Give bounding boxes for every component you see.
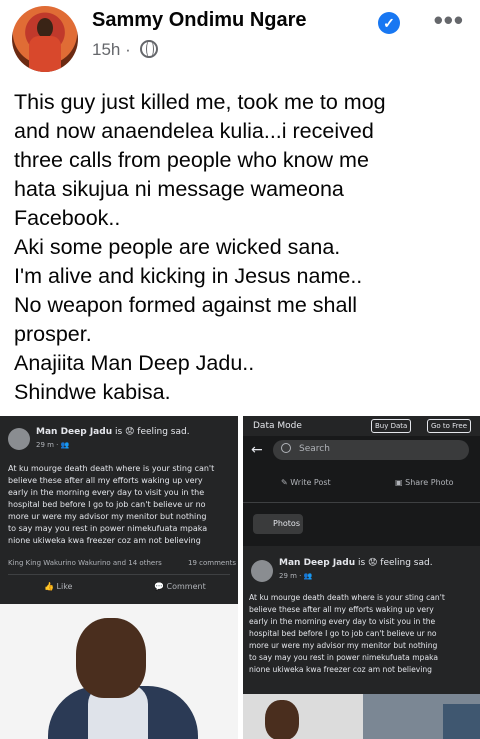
meta-separator: ·: [125, 40, 131, 59]
post-text-line: Aki some people are wicked sana.: [14, 235, 341, 259]
man-head: [265, 700, 299, 739]
post-text-line: I'm alive and kicking in Jesus name..: [14, 264, 363, 288]
screenshot-like-button: 👍 Like: [44, 582, 73, 591]
screenshot-body-line: early in the morning every day to visit …: [249, 617, 436, 626]
screenshot-post-card-right: Man Deep Jadu is 😟 feeling sad. 29 m · 👥…: [243, 546, 480, 694]
screenshot-body-line: early in the morning every day to visit …: [8, 488, 205, 497]
post-text-line: Facebook..: [14, 206, 121, 230]
data-mode-bar: Data Mode Buy Data Go to Free: [243, 416, 480, 436]
buy-data-button: Buy Data: [371, 419, 412, 433]
avatar-head: [37, 18, 53, 38]
screenshot-body-line: nione ukiweka kwa freezer coz am not bel…: [8, 536, 201, 545]
share-photo-label: Share Photo: [405, 478, 454, 487]
attached-image-left[interactable]: Man Deep Jadu is 😟 feeling sad. 29 m · 👥…: [0, 416, 238, 739]
author-avatar[interactable]: [12, 6, 78, 72]
screenshot-poster: Man Deep Jadu is 😟 feeling sad.: [36, 427, 190, 437]
data-mode-label: Data Mode: [253, 421, 302, 431]
write-post-label: Write Post: [290, 478, 331, 487]
globe-icon: [139, 40, 158, 58]
screenshot-reactions: King King Wakurino Wakurino and 14 other…: [8, 559, 162, 567]
right-bottom-photo: [243, 694, 480, 739]
post-text-line: Shindwe kabisa.: [14, 380, 171, 404]
post-time[interactable]: 15h: [92, 40, 120, 59]
screenshot-avatar: [251, 560, 273, 582]
screenshot-body-line: nione ukiweka kwa freezer coz am not bel…: [249, 665, 432, 674]
post-text: This guy just killed me, took me to mog …: [14, 88, 474, 407]
screenshot-poster-name: Man Deep Jadu: [36, 427, 113, 437]
screenshot-comments-count: 19 comments: [188, 559, 237, 567]
screenshot-avatar: [8, 428, 30, 450]
post-text-line: Anajiita Man Deep Jadu..: [14, 351, 255, 375]
post-text-line: three calls from people who know me: [14, 148, 369, 172]
screenshot-divider: [243, 502, 480, 503]
background-object: [443, 704, 480, 739]
man-head: [76, 618, 146, 698]
screenshot-body: At ku mourge death death where is your s…: [249, 592, 445, 676]
back-arrow-icon: ←: [251, 442, 263, 458]
search-icon: [281, 443, 291, 453]
screenshot-post-card: Man Deep Jadu is 😟 feeling sad. 29 m · 👥…: [0, 416, 238, 604]
screenshot-body-line: At ku mourge death death where is your s…: [249, 593, 445, 602]
screenshot-search-input: Search: [273, 440, 469, 460]
screenshot-comment-label: Comment: [166, 582, 206, 591]
avatar-torso: [29, 36, 61, 72]
screenshot-body-line: to say may you rest in power nimekufuata…: [8, 524, 208, 533]
screenshot-time: 29 m · 👥: [36, 441, 70, 449]
screenshot-body-line: to say may you rest in power nimekufuata…: [249, 653, 439, 662]
screenshot-search-bar: ← Search: [247, 440, 476, 462]
screenshot-comment-button: 💬 Comment: [154, 582, 206, 591]
attached-image-right[interactable]: Data Mode Buy Data Go to Free ← Search ✎…: [243, 416, 480, 739]
screenshot-time: 29 m · 👥: [279, 572, 313, 580]
post-header: Sammy Ondimu Ngare ✓ ••• 15h ·: [0, 0, 480, 72]
post-text-line: hata sikujua ni message wameona: [14, 177, 344, 201]
screenshot-body-line: hospital bed before I go to job can't be…: [249, 629, 437, 638]
screenshot-body: At ku mourge death death where is your s…: [8, 463, 214, 547]
verified-check-icon: ✓: [378, 12, 400, 34]
screenshot-body-line: believe these after all my efforts wakin…: [249, 605, 434, 614]
post-text-line: No weapon formed against me shall: [14, 293, 357, 317]
screenshot-body-line: more ur were my advisor my menitor but n…: [249, 641, 438, 650]
screenshot-poster-name: Man Deep Jadu: [279, 558, 356, 568]
post-text-line: This guy just killed me, took me to mog: [14, 90, 386, 114]
share-photo-item: ▣ Share Photo: [395, 478, 454, 487]
screenshot-body-line: At ku mourge death death where is your s…: [8, 464, 215, 473]
man-photo: [0, 604, 238, 739]
post-text-line: prosper.: [14, 322, 92, 346]
go-free-button: Go to Free: [427, 419, 472, 433]
author-name[interactable]: Sammy Ondimu Ngare: [92, 9, 307, 32]
screenshot-feeling: is 😟 feeling sad.: [357, 558, 433, 568]
screenshot-body-line: more ur were my advisor my menitor but n…: [8, 512, 207, 521]
screenshot-like-label: Like: [56, 582, 73, 591]
post-text-line: and now anaendelea kulia...i received: [14, 119, 374, 143]
write-post-item: ✎ Write Post: [281, 478, 331, 487]
screenshot-feeling: is 😟 feeling sad.: [114, 427, 190, 437]
screenshot-divider: [8, 574, 230, 575]
photos-chip: Photos: [253, 514, 303, 534]
screenshot-poster: Man Deep Jadu is 😟 feeling sad.: [279, 558, 433, 568]
post-meta: 15h ·: [92, 40, 158, 60]
more-options-icon[interactable]: •••: [434, 7, 464, 33]
screenshot-body-line: believe these after all my efforts wakin…: [8, 476, 203, 485]
screenshot-body-line: hospital bed before I go to job can't be…: [8, 500, 206, 509]
